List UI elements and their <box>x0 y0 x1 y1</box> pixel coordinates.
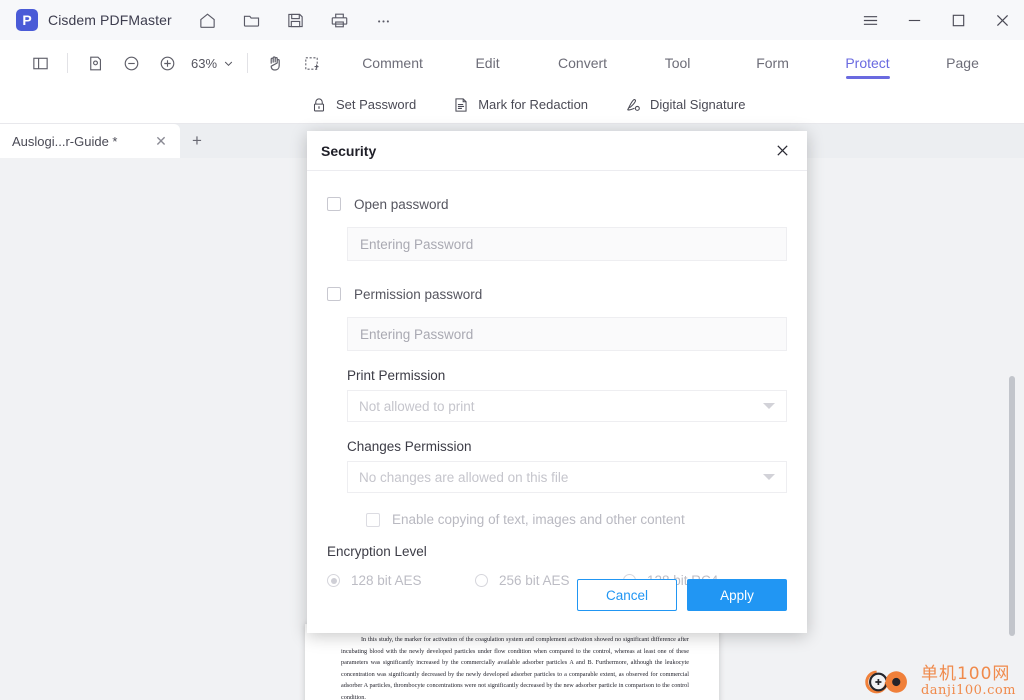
save-icon[interactable] <box>274 0 318 40</box>
tab-convert[interactable]: Convert <box>535 40 630 86</box>
maximize-button[interactable] <box>936 0 980 40</box>
tab-edit-label: Edit <box>475 55 500 71</box>
watermark-logo-icon <box>865 670 907 694</box>
apply-button[interactable]: Apply <box>687 579 787 611</box>
document-tab[interactable]: Auslogi...r-Guide * ✕ <box>0 124 180 158</box>
enable-copying-checkbox[interactable] <box>366 512 380 527</box>
changes-permission-value: No changes are allowed on this file <box>359 469 569 485</box>
hand-tool-icon[interactable] <box>257 45 293 81</box>
dialog-header: Security <box>307 131 807 171</box>
permission-password-checkbox[interactable] <box>327 287 341 301</box>
tab-edit[interactable]: Edit <box>440 40 535 86</box>
print-permission-value: Not allowed to print <box>359 398 475 414</box>
close-icon[interactable]: ✕ <box>152 132 170 150</box>
ribbon-tabs: Comment Edit Convert Tool Form Protect P… <box>345 40 1024 86</box>
new-tab-button[interactable]: + <box>186 124 208 158</box>
signature-pen-icon <box>624 96 642 114</box>
titlebar-quick-actions <box>186 0 406 40</box>
application-window: P Cisdem PDFMaster 63% Comment Edit Conv… <box>0 0 1024 700</box>
more-options-icon[interactable] <box>362 0 406 40</box>
permission-password-row[interactable]: Permission password <box>327 283 787 305</box>
zoom-level-value: 63% <box>191 55 218 71</box>
dialog-title: Security <box>321 142 377 159</box>
close-button[interactable] <box>980 0 1024 40</box>
changes-permission-label: Changes Permission <box>347 439 472 454</box>
dialog-body: Open password Entering Password Permissi… <box>307 171 807 633</box>
changes-permission-select[interactable]: No changes are allowed on this file <box>347 461 787 493</box>
mark-for-redaction-button[interactable]: Mark for Redaction <box>452 86 588 124</box>
open-password-placeholder: Entering Password <box>360 236 474 252</box>
set-password-button[interactable]: Set Password <box>310 86 416 124</box>
print-icon[interactable] <box>318 0 362 40</box>
open-password-checkbox[interactable] <box>327 197 341 211</box>
open-password-label: Open password <box>354 196 449 212</box>
zoom-level-selector[interactable]: 63% <box>187 56 238 71</box>
redaction-document-icon <box>452 96 470 114</box>
tab-comment[interactable]: Comment <box>345 40 440 86</box>
title-bar: P Cisdem PDFMaster <box>0 0 1024 40</box>
marquee-select-icon[interactable] <box>293 45 329 81</box>
zoom-out-icon[interactable] <box>113 45 149 81</box>
set-password-label: Set Password <box>336 97 417 112</box>
document-tab-label: Auslogi...r-Guide * <box>12 133 118 149</box>
tab-comment-label: Comment <box>362 55 423 71</box>
zoom-in-icon[interactable] <box>149 45 185 81</box>
menu-button[interactable] <box>848 0 892 40</box>
tab-convert-label: Convert <box>558 55 608 71</box>
tab-page[interactable]: Page <box>915 40 1010 86</box>
digital-signature-label: Digital Signature <box>650 97 746 112</box>
permission-password-placeholder: Entering Password <box>360 326 474 342</box>
watermark: 单机100网 danji100.com <box>865 664 1016 700</box>
pdf-page-text: In this study, the marker for activation… <box>341 636 689 700</box>
minimize-button[interactable] <box>892 0 936 40</box>
permission-password-label: Permission password <box>354 286 483 302</box>
protect-toolbar: Set Password Mark for Redaction Digital … <box>0 86 1024 124</box>
enable-copying-row[interactable]: Enable copying of text, images and other… <box>366 512 787 527</box>
tab-form-label: Form <box>756 55 789 71</box>
vertical-scrollbar[interactable] <box>1009 376 1015 636</box>
tab-form[interactable]: Form <box>725 40 820 86</box>
tab-tool-label: Tool <box>664 55 691 71</box>
open-password-row[interactable]: Open password <box>327 193 787 215</box>
home-icon[interactable] <box>186 0 230 40</box>
tab-protect[interactable]: Protect <box>820 40 915 86</box>
toolbar-divider-2 <box>247 53 249 73</box>
tab-tool[interactable]: Tool <box>630 40 725 86</box>
watermark-cn: 单机100网 <box>920 664 1011 685</box>
pdf-page: In this study, the marker for activation… <box>305 624 719 700</box>
permission-password-input[interactable]: Entering Password <box>347 317 787 351</box>
app-logo-letter: P <box>22 12 32 28</box>
panel-toggle-icon[interactable] <box>22 45 58 81</box>
chevron-down-icon <box>224 61 233 66</box>
digital-signature-button[interactable]: Digital Signature <box>624 86 745 124</box>
watermark-en: danji100.com <box>920 683 1016 699</box>
print-permission-select[interactable]: Not allowed to print <box>347 390 787 422</box>
open-password-input[interactable]: Entering Password <box>347 227 787 261</box>
app-logo: P <box>16 9 38 31</box>
chevron-down-icon-2 <box>763 474 775 480</box>
lock-icon <box>310 96 328 114</box>
page-settings-icon[interactable] <box>77 45 113 81</box>
mark-for-redaction-label: Mark for Redaction <box>478 97 589 112</box>
tab-page-label: Page <box>946 55 979 71</box>
tab-protect-label: Protect <box>845 55 890 71</box>
window-controls <box>848 0 1024 40</box>
watermark-text: 单机100网 danji100.com <box>920 664 1016 699</box>
cancel-button[interactable]: Cancel <box>577 579 677 611</box>
app-title: Cisdem PDFMaster <box>48 12 172 28</box>
toolbar-row: 63% Comment Edit Convert Tool Form Prote… <box>0 40 1024 86</box>
dialog-close-icon[interactable] <box>771 140 793 162</box>
enable-copying-label: Enable copying of text, images and other… <box>392 512 685 527</box>
print-permission-label: Print Permission <box>347 368 446 383</box>
toolbar-divider <box>67 53 68 73</box>
security-dialog: Security Open password Entering Password… <box>307 131 807 633</box>
dialog-footer: Cancel Apply <box>307 557 807 633</box>
chevron-down-icon <box>763 403 775 409</box>
open-folder-icon[interactable] <box>230 0 274 40</box>
